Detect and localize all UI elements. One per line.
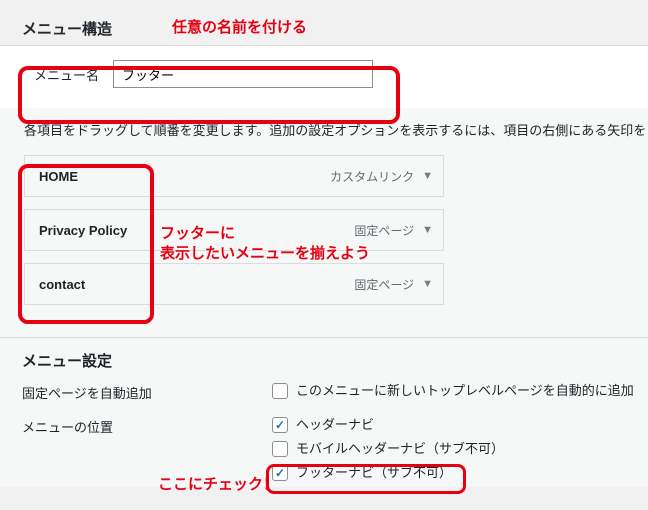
location-mobile-header-nav: モバイルヘッダーナビ（サブ不可） — [296, 439, 504, 459]
menu-items-list: HOME カスタムリンク ▼ Privacy Policy 固定ページ ▼ co… — [0, 151, 648, 337]
auto-add-pages-label: 固定ページを自動追加 — [22, 381, 272, 402]
location-header-nav: ヘッダーナビ — [296, 415, 374, 435]
menu-item-label: Privacy Policy — [39, 223, 127, 238]
chevron-down-icon[interactable]: ▼ — [422, 278, 433, 290]
menu-name-label: メニュー名 — [34, 65, 99, 84]
section-title-menu-settings: メニュー設定 — [22, 344, 648, 381]
checkbox-mobile-header-nav[interactable] — [272, 441, 288, 457]
menu-location-label: メニューの位置 — [22, 415, 272, 436]
menu-item-type: 固定ページ ▼ — [354, 222, 433, 239]
menu-item[interactable]: HOME カスタムリンク ▼ — [24, 155, 444, 197]
menu-item-label: contact — [39, 277, 85, 292]
menu-settings-section: メニュー設定 固定ページを自動追加 このメニューに新しいトップレベルページを自動… — [0, 337, 648, 487]
menu-name-input[interactable] — [113, 60, 373, 88]
menu-item-type: 固定ページ ▼ — [354, 276, 433, 293]
menu-name-row: メニュー名 — [0, 46, 648, 108]
section-title-menu-structure: メニュー構造 — [0, 18, 648, 45]
chevron-down-icon[interactable]: ▼ — [422, 224, 433, 236]
menu-item-type: カスタムリンク ▼ — [330, 168, 433, 185]
drag-instruction-text: 各項目をドラッグして順番を変更します。追加の設定オプションを表示するには、項目の… — [0, 108, 648, 151]
location-footer-nav: フッターナビ（サブ不可） — [296, 463, 452, 483]
auto-add-pages-text: このメニューに新しいトップレベルページを自動的に追加 — [296, 381, 634, 401]
menu-item-label: HOME — [39, 169, 78, 184]
menu-item[interactable]: Privacy Policy 固定ページ ▼ — [24, 209, 444, 251]
checkbox-footer-nav[interactable]: ✓ — [272, 465, 288, 481]
menu-item[interactable]: contact 固定ページ ▼ — [24, 263, 444, 305]
checkbox-header-nav[interactable]: ✓ — [272, 417, 288, 433]
chevron-down-icon[interactable]: ▼ — [422, 170, 433, 182]
checkbox-auto-add[interactable] — [272, 383, 288, 399]
